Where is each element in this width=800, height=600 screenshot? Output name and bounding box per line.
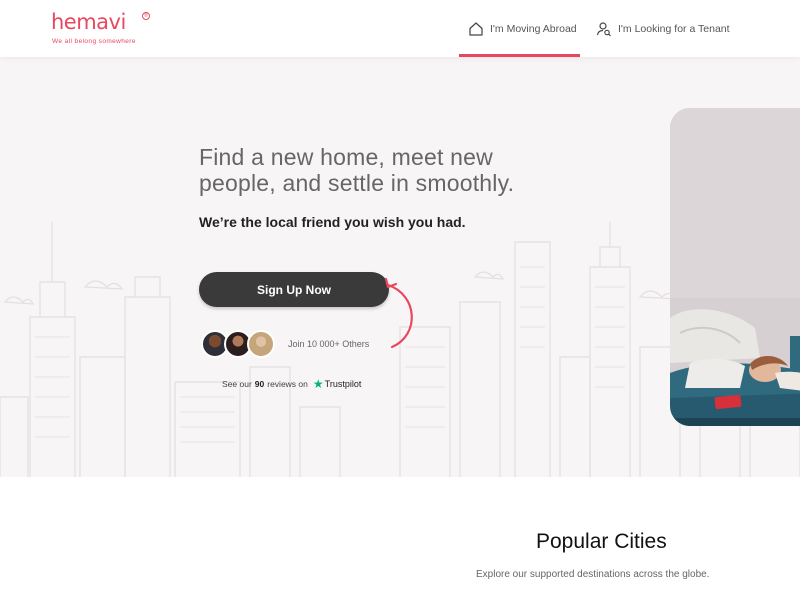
nav-moving-abroad-label: I'm Moving Abroad bbox=[490, 22, 577, 35]
avatar bbox=[247, 330, 275, 358]
join-others-text: Join 10 000+ Others bbox=[288, 339, 370, 349]
nav-moving-abroad[interactable]: I'm Moving Abroad bbox=[468, 0, 577, 57]
hero-subheadline: We’re the local friend you wish you had. bbox=[199, 214, 466, 230]
person-relaxing-on-sofa-image bbox=[670, 108, 800, 426]
hero-headline: Find a new home, meet new people, and se… bbox=[199, 144, 559, 196]
user-search-icon bbox=[596, 21, 611, 36]
trustpilot-wordmark: Trustpilot bbox=[324, 379, 362, 389]
brand-logo[interactable]: hemavi ® We all belong somewhere bbox=[51, 10, 150, 45]
nav-looking-for-tenant[interactable]: I'm Looking for a Tenant bbox=[596, 0, 730, 57]
curved-arrow-icon bbox=[384, 277, 413, 349]
registered-mark: ® bbox=[142, 12, 150, 20]
brand-name: hemavi bbox=[51, 10, 126, 34]
trustpilot-star-icon: ★ bbox=[312, 377, 324, 391]
reviews-prefix: See our bbox=[222, 379, 252, 389]
trustpilot-reviews-link[interactable]: See our 90 reviews on ★ Trustpilot bbox=[222, 377, 361, 391]
popular-cities-heading: Popular Cities bbox=[536, 530, 667, 553]
hero-photo bbox=[670, 108, 800, 426]
nav-looking-for-tenant-label: I'm Looking for a Tenant bbox=[618, 22, 730, 35]
house-icon bbox=[469, 21, 483, 36]
brand-tagline: We all belong somewhere bbox=[52, 38, 136, 45]
hero-headline-line2: people, and settle in smoothly. bbox=[199, 170, 515, 196]
hero-section: Find a new home, meet new people, and se… bbox=[0, 57, 800, 477]
hero-headline-line1: Find a new home, meet new bbox=[199, 144, 493, 170]
site-header: hemavi ® We all belong somewhere I'm Mov… bbox=[0, 0, 800, 57]
reviews-suffix: reviews on bbox=[267, 379, 308, 389]
active-tab-indicator bbox=[459, 54, 580, 57]
popular-cities-subtitle: Explore our supported destinations acros… bbox=[476, 569, 710, 580]
sign-up-button[interactable]: Sign Up Now bbox=[199, 272, 389, 307]
reviews-count: 90 bbox=[254, 379, 265, 389]
